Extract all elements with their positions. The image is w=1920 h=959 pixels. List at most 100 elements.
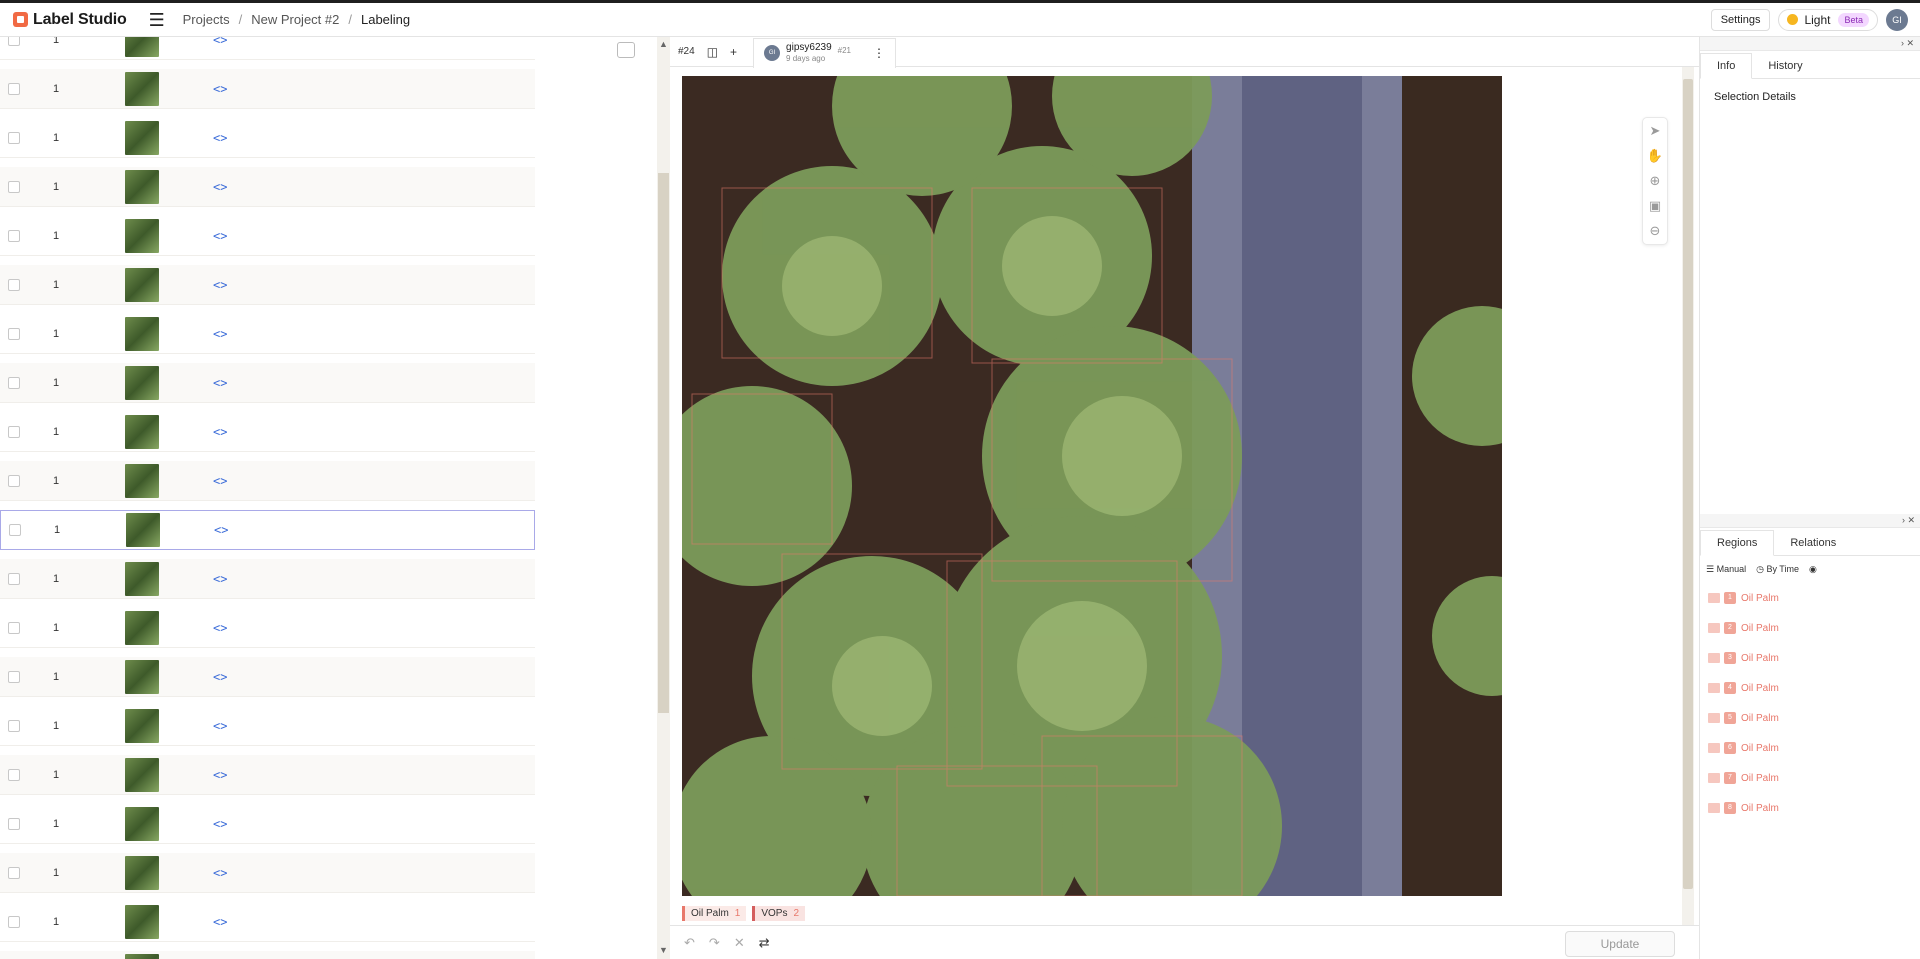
columns-icon[interactable] <box>617 42 635 58</box>
app-logo[interactable]: Label Studio <box>13 11 127 29</box>
avatar[interactable]: GI <box>1886 8 1908 31</box>
collapse-icon[interactable]: › ✕ <box>1902 515 1915 526</box>
table-row[interactable]: 1<> <box>0 559 535 599</box>
row-checkbox[interactable] <box>8 180 20 193</box>
row-checkbox[interactable] <box>8 131 20 144</box>
tab-regions[interactable]: Regions <box>1700 530 1775 556</box>
region-item[interactable]: 7 Oil Palm <box>1700 763 1920 793</box>
row-checkbox[interactable] <box>8 719 20 732</box>
row-checkbox[interactable] <box>8 37 20 46</box>
region-item[interactable]: 6 Oil Palm <box>1700 733 1920 763</box>
code-icon: <> <box>213 130 228 145</box>
row-checkbox[interactable] <box>8 621 20 634</box>
breadcrumb-projects[interactable]: Projects <box>183 12 230 27</box>
label-vops[interactable]: VOPs 2 <box>752 906 806 921</box>
image-thumbnail <box>125 708 159 743</box>
row-checkbox[interactable] <box>8 866 20 879</box>
table-row[interactable]: 1<> <box>0 706 535 746</box>
row-checkbox[interactable] <box>8 82 20 95</box>
tab-info[interactable]: Info <box>1700 53 1753 79</box>
beta-badge: Beta <box>1838 12 1869 27</box>
zoom-in-icon[interactable]: ⊕ <box>1643 168 1667 193</box>
scroll-up-icon[interactable]: ▲ <box>659 39 668 49</box>
row-checkbox[interactable] <box>8 376 20 389</box>
row-checkbox[interactable] <box>8 670 20 683</box>
label-oil-palm[interactable]: Oil Palm 1 <box>682 906 747 921</box>
row-checkbox[interactable] <box>8 915 20 928</box>
table-row[interactable]: 1<> <box>0 37 535 60</box>
menu-icon[interactable]: ☰ <box>149 11 167 29</box>
scrollbar-thumb[interactable] <box>1683 79 1693 889</box>
update-button[interactable]: Update <box>1565 931 1675 957</box>
table-row[interactable]: 1<> <box>0 510 535 550</box>
table-row[interactable]: 1<> <box>0 461 535 501</box>
annotation-count: 1 <box>53 229 60 242</box>
list-scrollbar[interactable]: ▲ ▼ <box>657 37 670 959</box>
scroll-down-icon[interactable]: ▼ <box>659 945 668 955</box>
redo-icon[interactable]: ↷ <box>709 935 720 951</box>
region-item[interactable]: 4 Oil Palm <box>1700 673 1920 703</box>
eye-icon[interactable]: ◉ <box>1809 564 1817 575</box>
table-row[interactable]: 1<> <box>0 412 535 452</box>
settings-button[interactable]: Settings <box>1710 8 1771 31</box>
table-row[interactable]: 1<> <box>0 951 535 959</box>
tab-relations[interactable]: Relations <box>1774 531 1852 555</box>
table-row[interactable]: 1<> <box>0 118 535 158</box>
row-checkbox[interactable] <box>8 768 20 781</box>
table-row[interactable]: 1<> <box>0 853 535 893</box>
table-row[interactable]: 1<> <box>0 755 535 795</box>
region-item[interactable]: 1 Oil Palm <box>1700 583 1920 613</box>
theme-toggle[interactable]: Light Beta <box>1778 8 1878 31</box>
table-row[interactable]: 1<> <box>0 167 535 207</box>
collapse-icon[interactable]: › ✕ <box>1901 38 1914 49</box>
row-checkbox[interactable] <box>8 817 20 830</box>
region-item[interactable]: 5 Oil Palm <box>1700 703 1920 733</box>
labeling-image[interactable] <box>682 76 1502 896</box>
region-item[interactable]: 3 Oil Palm <box>1700 643 1920 673</box>
row-checkbox[interactable] <box>8 425 20 438</box>
regions-toolbar: ☰ Manual ◷ By Time ◉ <box>1700 556 1920 583</box>
annotation-tab[interactable]: GI gipsy6239 9 days ago #21 ⋮ <box>753 37 896 68</box>
region-number: 5 <box>1724 712 1736 724</box>
table-row[interactable]: 1<> <box>0 902 535 942</box>
breadcrumb-project[interactable]: New Project #2 <box>251 12 339 27</box>
table-row[interactable]: 1<> <box>0 69 535 109</box>
region-label: Oil Palm <box>1741 802 1779 814</box>
fit-icon[interactable]: ▣ <box>1643 193 1667 218</box>
group-manual-button[interactable]: ☰ Manual <box>1706 564 1746 575</box>
undo-icon[interactable]: ↶ <box>684 935 695 951</box>
table-row[interactable]: 1<> <box>0 314 535 354</box>
table-row[interactable]: 1<> <box>0 804 535 844</box>
table-row[interactable]: 1<> <box>0 363 535 403</box>
row-checkbox[interactable] <box>8 572 20 585</box>
breadcrumb-labeling: Labeling <box>360 12 411 27</box>
editor-scrollbar[interactable] <box>1682 67 1694 925</box>
zoom-out-icon[interactable]: ⊖ <box>1643 218 1667 243</box>
more-options-icon[interactable]: ⋮ <box>873 46 885 60</box>
annotation-id: #21 <box>837 45 851 55</box>
hand-icon[interactable]: ✋ <box>1643 143 1667 168</box>
region-tabs: Regions Relations <box>1700 528 1920 556</box>
rectangle-icon <box>1708 623 1720 633</box>
reset-icon[interactable]: ✕ <box>734 935 745 951</box>
table-row[interactable]: 1<> <box>0 216 535 256</box>
pointer-icon[interactable]: ➤ <box>1643 118 1667 143</box>
sort-by-time-button[interactable]: ◷ By Time <box>1756 564 1799 575</box>
row-checkbox[interactable] <box>9 524 21 536</box>
region-item[interactable]: 8 Oil Palm <box>1700 793 1920 823</box>
row-checkbox[interactable] <box>8 474 20 487</box>
swap-icon[interactable]: ⇄ <box>759 935 770 951</box>
split-view-icon[interactable]: ◫ <box>707 45 718 59</box>
tab-history[interactable]: History <box>1752 54 1818 78</box>
region-item[interactable]: 2 Oil Palm <box>1700 613 1920 643</box>
row-checkbox[interactable] <box>8 327 20 340</box>
row-checkbox[interactable] <box>8 229 20 242</box>
annotation-time: 9 days ago <box>786 54 826 63</box>
table-row[interactable]: 1<> <box>0 657 535 697</box>
table-row[interactable]: 1<> <box>0 608 535 648</box>
table-row[interactable]: 1<> <box>0 265 535 305</box>
scrollbar-thumb[interactable] <box>658 173 669 713</box>
row-checkbox[interactable] <box>8 278 20 291</box>
annotation-count: 1 <box>53 719 60 732</box>
add-annotation-icon[interactable]: + <box>730 45 737 59</box>
